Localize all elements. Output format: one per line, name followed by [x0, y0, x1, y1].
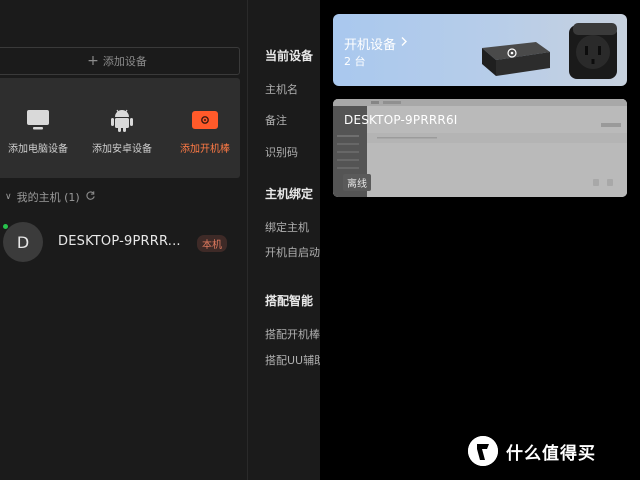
- desktop-host-name: DESKTOP-9PRRR6I: [344, 113, 458, 127]
- smart-pairing-title: 搭配智能: [265, 294, 314, 308]
- host-list-item[interactable]: D DESKTOP-9PRRR... 本机: [0, 220, 240, 264]
- power-on-devices-title-row: 开机设备: [344, 34, 408, 53]
- chevron-down-icon: ∨: [5, 192, 12, 202]
- monitor-icon: [25, 106, 51, 134]
- online-status-dot: [3, 224, 8, 229]
- plus-icon: +: [87, 53, 99, 69]
- current-device-title: 当前设备: [265, 49, 314, 63]
- add-device-label: 添加设备: [102, 55, 147, 68]
- add-power-stick-button[interactable]: 添加开机棒: [165, 78, 245, 178]
- quick-add-panel: 添加电脑设备 添加安卓设备 添加开机棒: [0, 78, 240, 178]
- remark-label: 备注: [265, 114, 287, 127]
- local-badge: 本机: [197, 235, 227, 252]
- smzdm-watermark: 什么值得买: [468, 436, 596, 466]
- pair-uu-label[interactable]: 搭配UU辅助: [265, 352, 320, 368]
- android-icon: [109, 106, 135, 134]
- desktop-device-card[interactable]: DESKTOP-9PRRR6I 离线: [333, 99, 627, 197]
- host-binding-title: 主机绑定: [265, 187, 314, 201]
- smzdm-logo: [468, 436, 498, 466]
- device-details-panel: 当前设备 主机名 备注 识别码 主机绑定 绑定主机 开机自启动 搭配智能 搭配开…: [247, 0, 320, 480]
- device-list-panel: + 添加设备 添加电脑设备 添加安卓设备 添加开机棒 ∨ 我的主机 (1) D …: [0, 0, 247, 480]
- overlay-panel: 开机设备 2 台 DESKTOP-9PRRR6I 离线: [320, 0, 640, 480]
- smart-plug-device-image: [569, 23, 617, 79]
- offline-badge: 离线: [343, 174, 371, 191]
- bind-host-label[interactable]: 绑定主机: [265, 219, 309, 235]
- refresh-icon[interactable]: [85, 190, 96, 204]
- power-stick-device-image: [482, 42, 550, 76]
- power-on-devices-title: 开机设备: [344, 38, 397, 53]
- smzdm-logo-icon: [468, 436, 498, 466]
- pair-power-stick-label[interactable]: 搭配开机棒: [265, 326, 320, 342]
- id-code-label: 识别码: [265, 146, 298, 159]
- add-android-label: 添加安卓设备: [92, 144, 152, 155]
- power-on-devices-card[interactable]: 开机设备 2 台: [333, 14, 627, 86]
- add-android-button[interactable]: 添加安卓设备: [82, 78, 162, 178]
- add-computer-label: 添加电脑设备: [8, 144, 68, 155]
- power-stick-icon: [192, 106, 218, 134]
- my-hosts-label: 我的主机 (1): [16, 191, 80, 204]
- add-device-button[interactable]: + 添加设备: [0, 47, 240, 75]
- avatar: D: [3, 222, 43, 262]
- power-on-devices-count: 2 台: [344, 55, 366, 68]
- hostname-label: 主机名: [265, 83, 298, 96]
- chevron-right-icon: [400, 36, 408, 51]
- autostart-label[interactable]: 开机自启动: [265, 244, 320, 260]
- my-hosts-header[interactable]: ∨ 我的主机 (1): [5, 189, 96, 205]
- host-name: DESKTOP-9PRRR...: [58, 234, 181, 249]
- smzdm-brand-text: 什么值得买: [506, 443, 596, 464]
- add-power-stick-label: 添加开机棒: [180, 144, 230, 155]
- add-computer-button[interactable]: 添加电脑设备: [0, 78, 78, 178]
